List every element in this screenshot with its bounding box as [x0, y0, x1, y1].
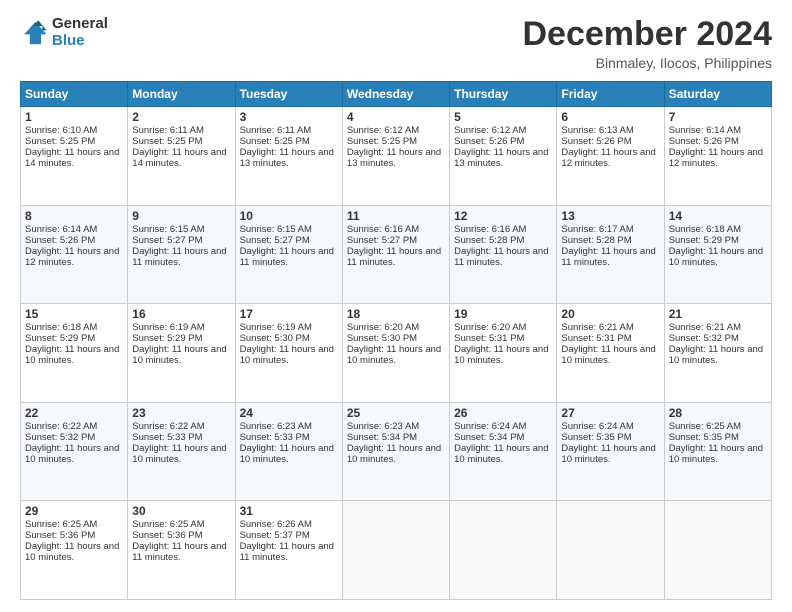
calendar-header-row: SundayMondayTuesdayWednesdayThursdayFrid…	[21, 82, 772, 107]
calendar-week-row: 15Sunrise: 6:18 AMSunset: 5:29 PMDayligh…	[21, 304, 772, 403]
calendar-cell: 13Sunrise: 6:17 AMSunset: 5:28 PMDayligh…	[557, 205, 664, 304]
page: General Blue December 2024 Binmaley, Ilo…	[0, 0, 792, 612]
day-number: 26	[454, 406, 552, 420]
calendar-week-row: 22Sunrise: 6:22 AMSunset: 5:32 PMDayligh…	[21, 402, 772, 501]
logo: General Blue	[20, 16, 108, 49]
day-number: 2	[132, 110, 230, 124]
calendar-cell: 29Sunrise: 6:25 AMSunset: 5:36 PMDayligh…	[21, 501, 128, 600]
weekday-header: Friday	[557, 82, 664, 107]
calendar-cell: 20Sunrise: 6:21 AMSunset: 5:31 PMDayligh…	[557, 304, 664, 403]
day-number: 14	[669, 209, 767, 223]
calendar-cell: 3Sunrise: 6:11 AMSunset: 5:25 PMDaylight…	[235, 107, 342, 206]
day-number: 13	[561, 209, 659, 223]
calendar-week-row: 8Sunrise: 6:14 AMSunset: 5:26 PMDaylight…	[21, 205, 772, 304]
calendar-cell: 6Sunrise: 6:13 AMSunset: 5:26 PMDaylight…	[557, 107, 664, 206]
day-number: 25	[347, 406, 445, 420]
day-number: 4	[347, 110, 445, 124]
logo-blue-text: Blue	[52, 33, 108, 50]
calendar-cell: 16Sunrise: 6:19 AMSunset: 5:29 PMDayligh…	[128, 304, 235, 403]
day-number: 24	[240, 406, 338, 420]
calendar-cell: 9Sunrise: 6:15 AMSunset: 5:27 PMDaylight…	[128, 205, 235, 304]
calendar-cell: 21Sunrise: 6:21 AMSunset: 5:32 PMDayligh…	[664, 304, 771, 403]
day-number: 15	[25, 307, 123, 321]
calendar-cell: 12Sunrise: 6:16 AMSunset: 5:28 PMDayligh…	[450, 205, 557, 304]
calendar-week-row: 29Sunrise: 6:25 AMSunset: 5:36 PMDayligh…	[21, 501, 772, 600]
logo-general-text: General	[52, 16, 108, 33]
day-number: 5	[454, 110, 552, 124]
day-number: 9	[132, 209, 230, 223]
calendar-cell: 24Sunrise: 6:23 AMSunset: 5:33 PMDayligh…	[235, 402, 342, 501]
day-number: 27	[561, 406, 659, 420]
calendar-cell: 1Sunrise: 6:10 AMSunset: 5:25 PMDaylight…	[21, 107, 128, 206]
day-number: 3	[240, 110, 338, 124]
logo-text: General Blue	[52, 16, 108, 49]
weekday-header: Sunday	[21, 82, 128, 107]
day-number: 29	[25, 504, 123, 518]
title-block: December 2024 Binmaley, Ilocos, Philippi…	[522, 16, 772, 71]
weekday-header: Wednesday	[342, 82, 449, 107]
weekday-header: Tuesday	[235, 82, 342, 107]
calendar-cell: 27Sunrise: 6:24 AMSunset: 5:35 PMDayligh…	[557, 402, 664, 501]
calendar-cell	[342, 501, 449, 600]
month-title: December 2024	[522, 16, 772, 53]
weekday-header: Monday	[128, 82, 235, 107]
calendar-week-row: 1Sunrise: 6:10 AMSunset: 5:25 PMDaylight…	[21, 107, 772, 206]
calendar-cell: 26Sunrise: 6:24 AMSunset: 5:34 PMDayligh…	[450, 402, 557, 501]
header: General Blue December 2024 Binmaley, Ilo…	[20, 16, 772, 71]
calendar-cell: 31Sunrise: 6:26 AMSunset: 5:37 PMDayligh…	[235, 501, 342, 600]
calendar-cell: 22Sunrise: 6:22 AMSunset: 5:32 PMDayligh…	[21, 402, 128, 501]
weekday-header: Thursday	[450, 82, 557, 107]
calendar-cell: 25Sunrise: 6:23 AMSunset: 5:34 PMDayligh…	[342, 402, 449, 501]
day-number: 1	[25, 110, 123, 124]
day-number: 12	[454, 209, 552, 223]
calendar-table: SundayMondayTuesdayWednesdayThursdayFrid…	[20, 81, 772, 600]
calendar-cell: 11Sunrise: 6:16 AMSunset: 5:27 PMDayligh…	[342, 205, 449, 304]
weekday-header: Saturday	[664, 82, 771, 107]
day-number: 23	[132, 406, 230, 420]
day-number: 7	[669, 110, 767, 124]
day-number: 20	[561, 307, 659, 321]
day-number: 10	[240, 209, 338, 223]
calendar-cell	[450, 501, 557, 600]
calendar-cell: 8Sunrise: 6:14 AMSunset: 5:26 PMDaylight…	[21, 205, 128, 304]
day-number: 17	[240, 307, 338, 321]
location: Binmaley, Ilocos, Philippines	[522, 55, 772, 71]
calendar-cell	[664, 501, 771, 600]
day-number: 18	[347, 307, 445, 321]
day-number: 21	[669, 307, 767, 321]
day-number: 22	[25, 406, 123, 420]
day-number: 8	[25, 209, 123, 223]
calendar-cell: 15Sunrise: 6:18 AMSunset: 5:29 PMDayligh…	[21, 304, 128, 403]
day-number: 11	[347, 209, 445, 223]
calendar-cell: 28Sunrise: 6:25 AMSunset: 5:35 PMDayligh…	[664, 402, 771, 501]
calendar-cell: 19Sunrise: 6:20 AMSunset: 5:31 PMDayligh…	[450, 304, 557, 403]
calendar-cell: 18Sunrise: 6:20 AMSunset: 5:30 PMDayligh…	[342, 304, 449, 403]
calendar-cell: 2Sunrise: 6:11 AMSunset: 5:25 PMDaylight…	[128, 107, 235, 206]
calendar-cell: 10Sunrise: 6:15 AMSunset: 5:27 PMDayligh…	[235, 205, 342, 304]
day-number: 31	[240, 504, 338, 518]
calendar-cell: 7Sunrise: 6:14 AMSunset: 5:26 PMDaylight…	[664, 107, 771, 206]
day-number: 16	[132, 307, 230, 321]
day-number: 19	[454, 307, 552, 321]
logo-icon	[20, 19, 48, 47]
calendar-cell: 4Sunrise: 6:12 AMSunset: 5:25 PMDaylight…	[342, 107, 449, 206]
calendar-cell: 23Sunrise: 6:22 AMSunset: 5:33 PMDayligh…	[128, 402, 235, 501]
day-number: 6	[561, 110, 659, 124]
day-number: 30	[132, 504, 230, 518]
day-number: 28	[669, 406, 767, 420]
calendar-cell: 17Sunrise: 6:19 AMSunset: 5:30 PMDayligh…	[235, 304, 342, 403]
calendar-cell	[557, 501, 664, 600]
calendar-cell: 14Sunrise: 6:18 AMSunset: 5:29 PMDayligh…	[664, 205, 771, 304]
calendar-cell: 30Sunrise: 6:25 AMSunset: 5:36 PMDayligh…	[128, 501, 235, 600]
calendar-cell: 5Sunrise: 6:12 AMSunset: 5:26 PMDaylight…	[450, 107, 557, 206]
